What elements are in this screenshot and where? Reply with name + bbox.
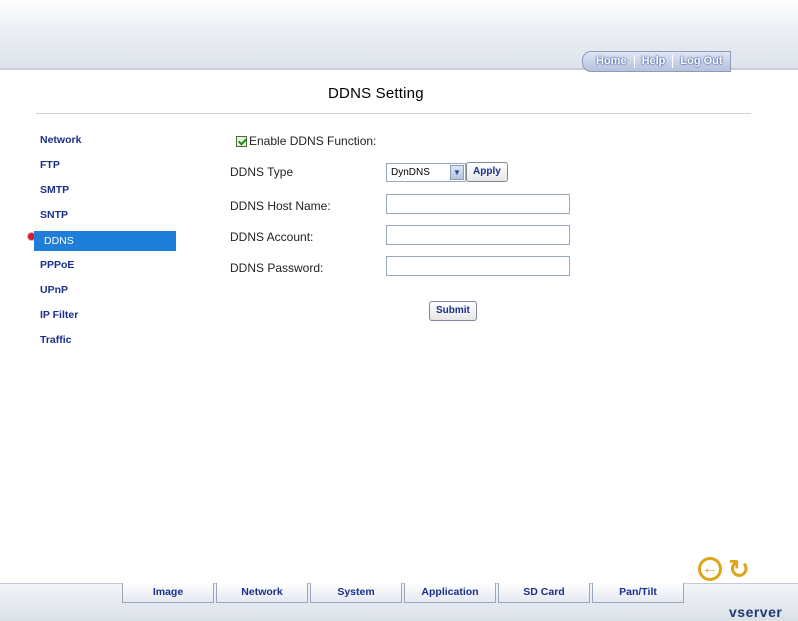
tab-image[interactable]: Image bbox=[122, 583, 214, 603]
tab-application[interactable]: Application bbox=[404, 583, 496, 603]
host-name-input[interactable] bbox=[386, 194, 570, 214]
sidebar-item-sntp[interactable]: SNTP bbox=[34, 203, 176, 228]
home-link[interactable]: Home bbox=[589, 52, 634, 71]
sidebar-item-network[interactable]: Network bbox=[34, 128, 176, 153]
title-divider bbox=[36, 113, 751, 114]
sidebar-item-pppoe[interactable]: PPPoE bbox=[34, 253, 176, 278]
tab-sd-card[interactable]: SD Card bbox=[498, 583, 590, 603]
enable-row: Enable DDNS Function: bbox=[236, 134, 376, 148]
page-title: DDNS Setting bbox=[328, 85, 424, 102]
ddns-type-select[interactable]: DynDNS ▼ bbox=[386, 163, 466, 182]
account-input[interactable] bbox=[386, 225, 570, 245]
sidebar-item-ftp[interactable]: FTP bbox=[34, 153, 176, 178]
tab-pan-tilt[interactable]: Pan/Tilt bbox=[592, 583, 684, 603]
host-name-label: DDNS Host Name: bbox=[230, 199, 331, 213]
password-label: DDNS Password: bbox=[230, 261, 324, 275]
sidebar-item-ddns[interactable]: DDNS bbox=[34, 231, 176, 251]
sidebar: Network FTP SMTP SNTP DDNS PPPoE UPnP IP… bbox=[34, 128, 176, 353]
refresh-icon[interactable]: ↻ bbox=[728, 556, 750, 582]
enable-ddns-checkbox[interactable] bbox=[236, 135, 247, 147]
apply-button[interactable]: Apply bbox=[466, 162, 508, 182]
password-input[interactable] bbox=[386, 256, 570, 276]
tab-network[interactable]: Network bbox=[216, 583, 308, 603]
tab-system[interactable]: System bbox=[310, 583, 402, 603]
sidebar-item-ip-filter[interactable]: IP Filter bbox=[34, 303, 176, 328]
top-nav: Home Help Log Out bbox=[582, 51, 731, 72]
sidebar-item-traffic[interactable]: Traffic bbox=[34, 328, 176, 353]
submit-button[interactable]: Submit bbox=[429, 301, 477, 321]
back-arrow-icon[interactable]: ← bbox=[698, 557, 722, 581]
sidebar-item-upnp[interactable]: UPnP bbox=[34, 278, 176, 303]
bottom-tabs: Image Network System Application SD Card… bbox=[122, 583, 686, 603]
logout-link[interactable]: Log Out bbox=[673, 52, 729, 71]
help-link[interactable]: Help bbox=[635, 52, 673, 71]
account-label: DDNS Account: bbox=[230, 230, 314, 244]
ddns-type-label: DDNS Type bbox=[230, 165, 294, 179]
ddns-type-value: DynDNS bbox=[391, 167, 430, 178]
chevron-down-icon: ▼ bbox=[450, 165, 464, 180]
sidebar-item-smtp[interactable]: SMTP bbox=[34, 178, 176, 203]
enable-ddns-label: Enable DDNS Function: bbox=[249, 134, 377, 148]
action-icons: ← ↻ bbox=[698, 556, 768, 583]
brand-logo: vserver bbox=[729, 604, 783, 620]
